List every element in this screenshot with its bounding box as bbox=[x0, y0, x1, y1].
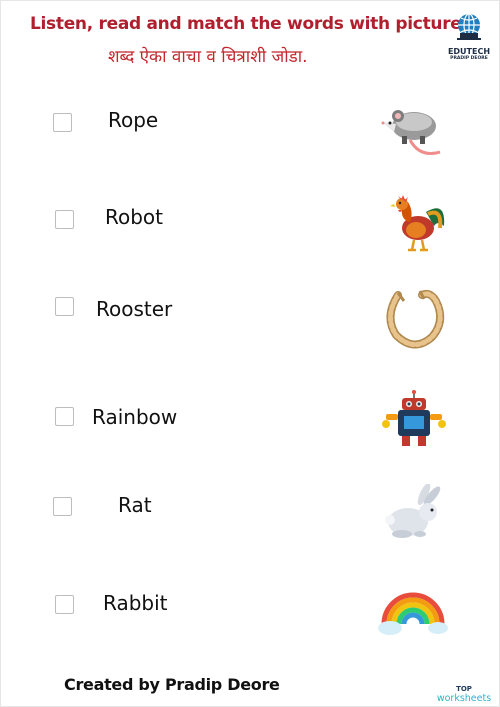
checkbox-rope[interactable] bbox=[53, 113, 72, 132]
checkbox-rabbit[interactable] bbox=[55, 595, 74, 614]
rat-icon[interactable] bbox=[380, 96, 446, 158]
topworksheets-logo: TOP worksheets bbox=[432, 684, 496, 704]
word-rainbow: Rainbow bbox=[92, 405, 178, 429]
word-rabbit: Rabbit bbox=[103, 591, 168, 615]
globe-laptop-icon bbox=[457, 13, 481, 40]
word-rope: Rope bbox=[108, 108, 159, 132]
rabbit-icon[interactable] bbox=[382, 484, 444, 542]
edutech-logo: EDUTECH PRADIP DEORE bbox=[446, 12, 492, 68]
robot-icon[interactable] bbox=[380, 390, 448, 450]
logo-sub: PRADIP DEORE bbox=[450, 56, 488, 61]
brand-bottom: worksheets bbox=[436, 693, 492, 704]
logo-label: EDUTECH bbox=[447, 47, 491, 56]
rooster-icon[interactable] bbox=[388, 192, 448, 254]
word-rat: Rat bbox=[118, 493, 152, 517]
page-subtitle: शब्द ऐका वाचा व चित्राशी जोडा. bbox=[108, 47, 308, 67]
checkbox-rooster[interactable] bbox=[55, 297, 74, 316]
rainbow-icon[interactable] bbox=[378, 580, 448, 638]
word-rooster: Rooster bbox=[96, 297, 173, 321]
checkbox-rainbow[interactable] bbox=[55, 407, 74, 426]
checkbox-robot[interactable] bbox=[55, 210, 74, 229]
word-robot: Robot bbox=[105, 205, 164, 229]
credit-text: Created by Pradip Deore bbox=[64, 675, 280, 694]
checkbox-rat[interactable] bbox=[53, 497, 72, 516]
page-title: Listen, read and match the words with pi… bbox=[30, 14, 478, 34]
rope-icon[interactable] bbox=[380, 287, 448, 351]
